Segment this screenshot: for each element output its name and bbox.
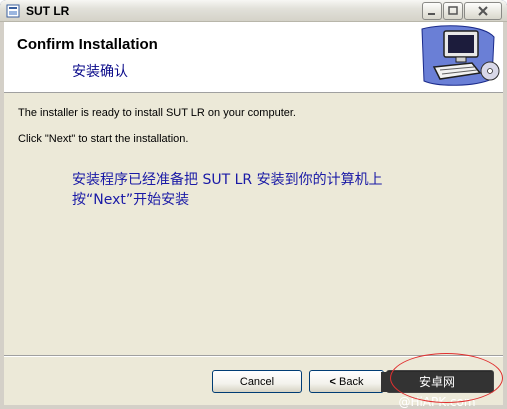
- close-button[interactable]: [464, 2, 502, 20]
- title-bar[interactable]: SUT LR: [0, 0, 507, 22]
- highlight-ring: [390, 353, 503, 403]
- page-subtitle: 安装确认: [72, 64, 128, 80]
- installer-window: SUT LR Confirm Installation 安装确认 The ins…: [0, 0, 507, 409]
- installer-icon: [6, 4, 20, 18]
- cancel-button[interactable]: Cancel: [212, 370, 302, 393]
- chinese-instruction-message: 按“Next”开始安装: [72, 192, 190, 208]
- maximize-button[interactable]: [443, 2, 463, 20]
- maximize-icon: [448, 6, 458, 15]
- wizard-header: Confirm Installation 安装确认: [4, 22, 503, 93]
- computer-cd-icon: [421, 25, 500, 86]
- cancel-button-label: Cancel: [239, 375, 275, 388]
- minimize-icon: [428, 13, 435, 15]
- wizard-body: The installer is ready to install SUT LR…: [4, 93, 503, 355]
- back-arrow-icon: <: [329, 375, 336, 388]
- chinese-ready-message: 安装程序已经准备把 SUT LR 安装到你的计算机上: [72, 172, 383, 188]
- page-title: Confirm Installation: [17, 36, 158, 53]
- window-title: SUT LR: [26, 4, 70, 18]
- minimize-button[interactable]: [422, 2, 442, 20]
- back-button-label: Back: [338, 375, 364, 388]
- back-button[interactable]: < Back: [309, 370, 384, 393]
- ready-message: The installer is ready to install SUT LR…: [18, 107, 296, 119]
- instruction-message: Click "Next" to start the installation.: [18, 133, 189, 145]
- close-icon: [478, 6, 488, 16]
